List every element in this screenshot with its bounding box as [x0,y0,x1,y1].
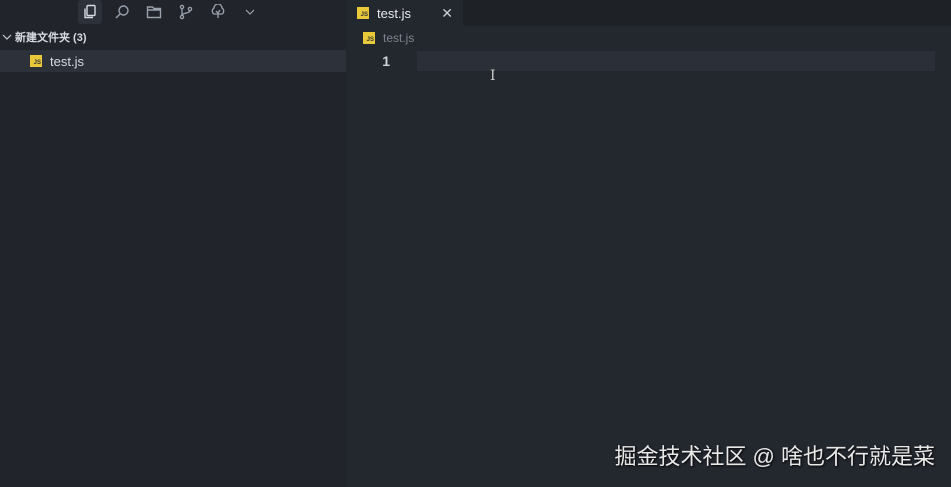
editor: JS test.js ✕ JS test.js 1 I [347,0,951,487]
folder-name: 新建文件夹 (3) [15,32,87,44]
line-number: 1 [382,53,390,69]
activity-bar [0,0,346,24]
tree-icon[interactable] [206,0,230,24]
breadcrumb[interactable]: JS test.js [347,26,951,50]
js-file-icon: JS [363,32,375,44]
tab-bar: JS test.js ✕ [347,0,951,26]
text-cursor-icon: I [490,68,496,84]
watermark: 掘金技术社区 @ 啥也不行就是菜 [614,444,935,469]
folder-icon[interactable] [142,0,166,24]
js-file-icon: JS [357,7,369,19]
explorer-icon[interactable] [78,0,102,24]
tab-test-js[interactable]: JS test.js ✕ [347,0,463,26]
file-name: test.js [50,53,84,69]
chevron-down-icon[interactable] [238,0,262,24]
tab-label: test.js [377,5,411,21]
js-file-icon: JS [30,55,42,67]
chevron-down-icon [2,34,12,40]
close-icon[interactable]: ✕ [441,5,453,22]
file-item[interactable]: JS test.js [0,50,346,72]
folder-row[interactable]: 新建文件夹 (3) [0,24,346,50]
breadcrumb-file: test.js [383,31,415,45]
source-control-icon[interactable] [174,0,198,24]
code-line[interactable]: 1 [347,50,951,72]
search-icon[interactable] [110,0,134,24]
sidebar: 新建文件夹 (3) JS test.js [0,0,346,487]
